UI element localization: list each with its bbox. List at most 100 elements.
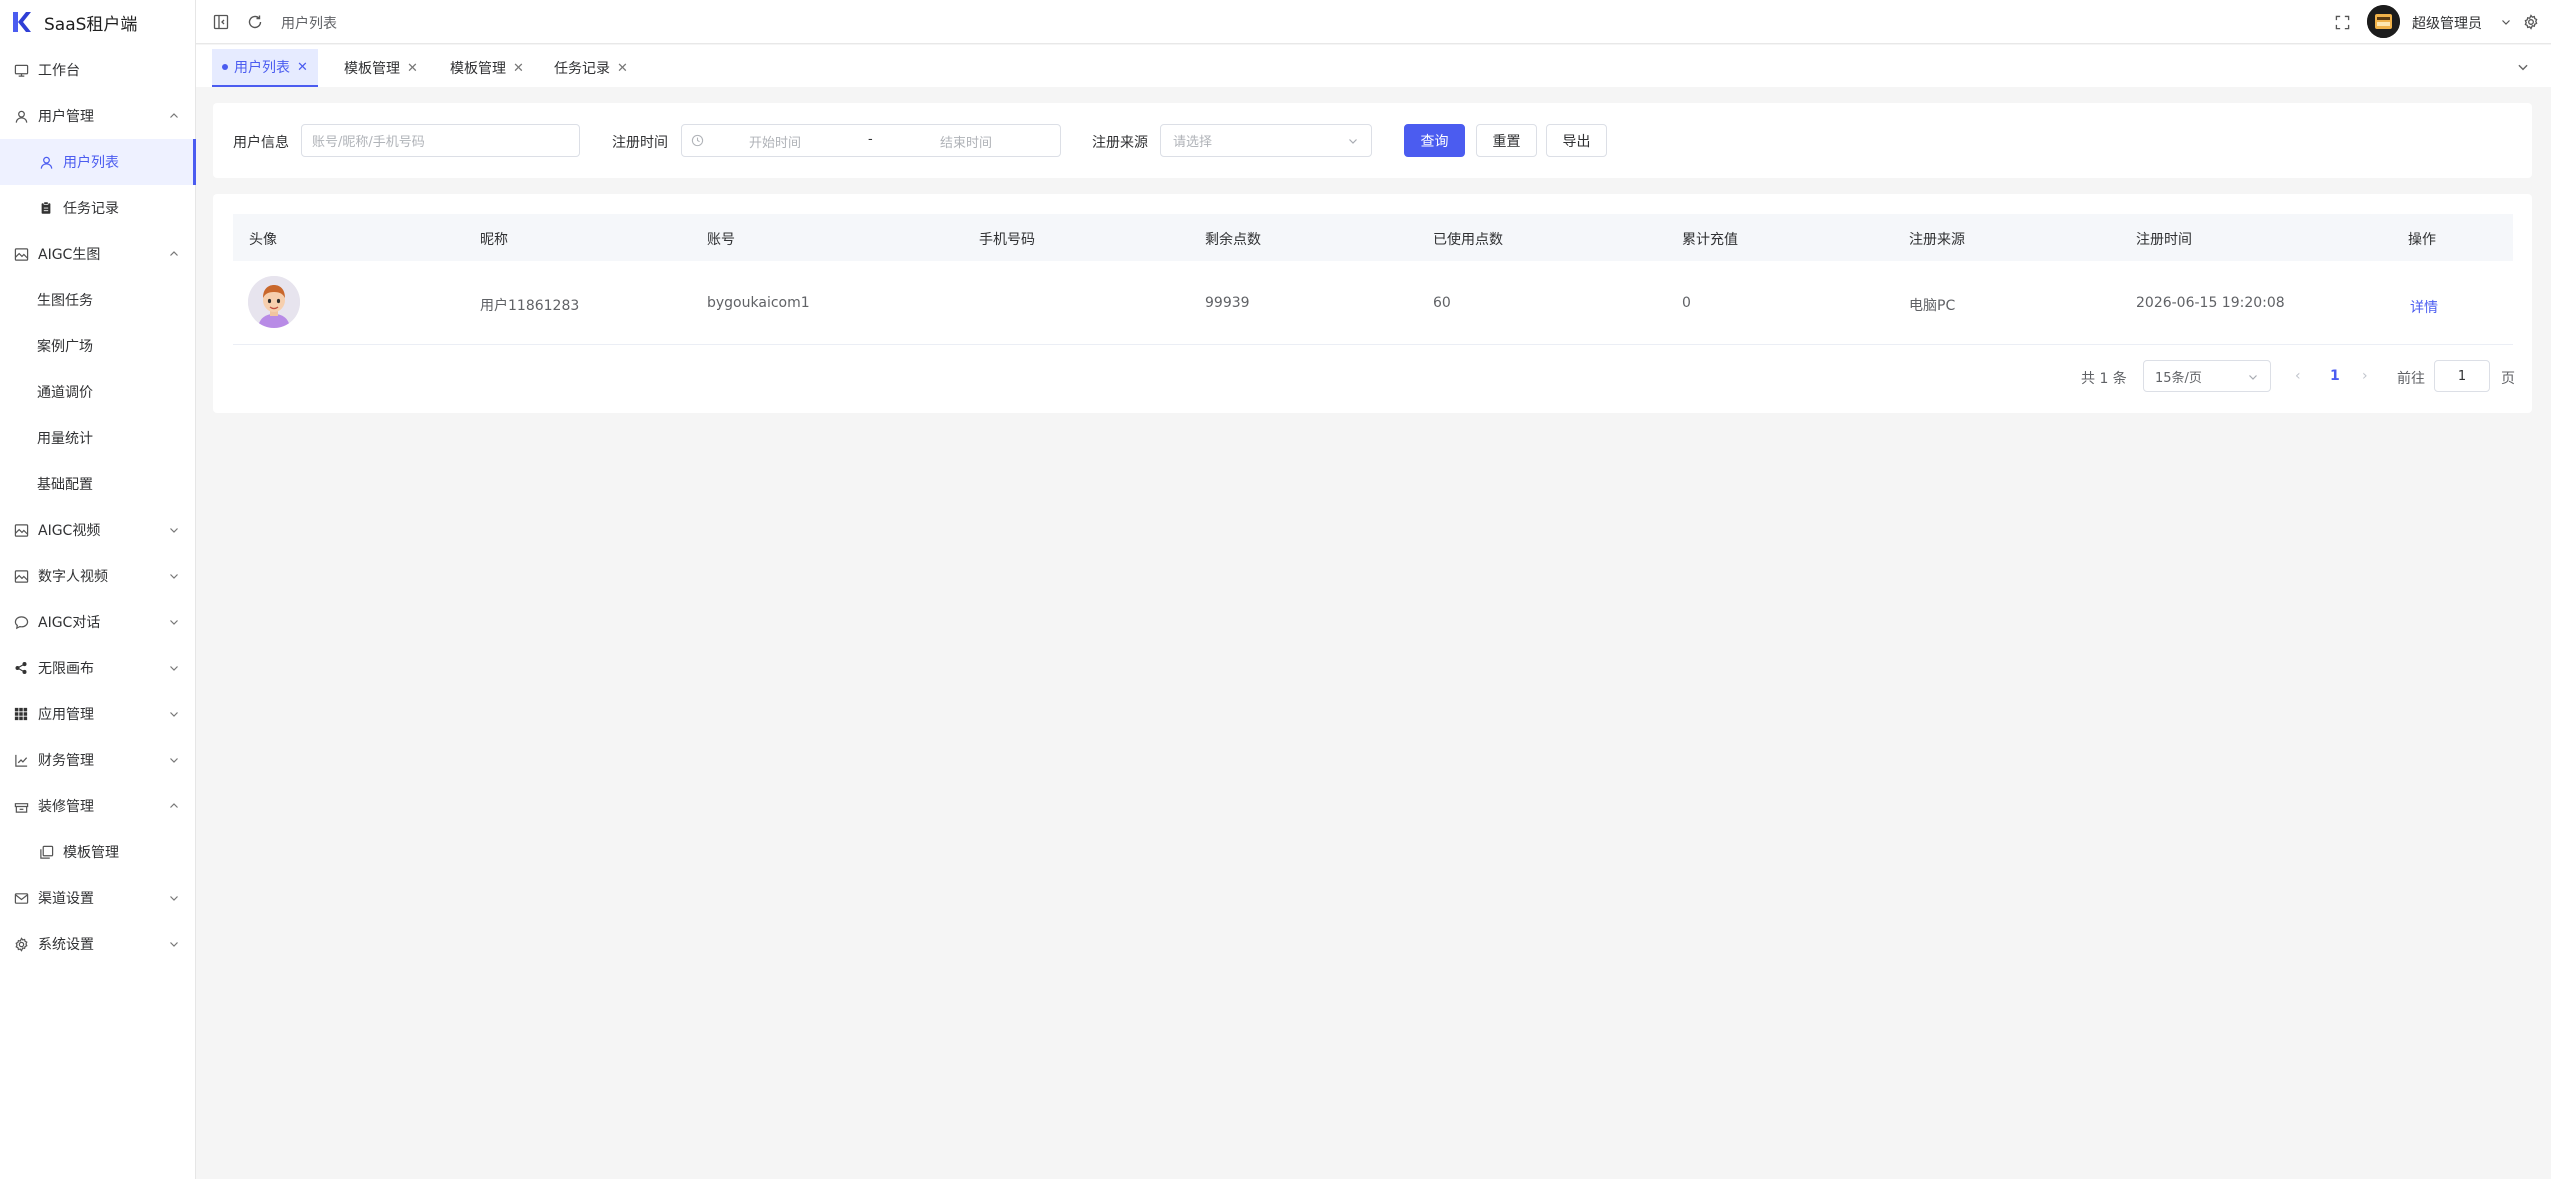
user-info-placeholder: 账号/昵称/手机号码 — [312, 135, 425, 150]
close-icon[interactable]: ✕ — [407, 61, 418, 76]
image-icon — [13, 522, 29, 538]
detail-link[interactable]: 详情 — [2410, 297, 2438, 317]
collapse-sidebar-icon[interactable] — [211, 12, 231, 32]
sidebar: SaaS租户端 工作台 用户管理 用户列表 任务记录 AIGC生图 生图任务 案… — [0, 0, 196, 1179]
chevron-down-icon — [168, 524, 180, 536]
sidebar-item-label: 用量统计 — [37, 431, 93, 447]
logo-icon — [10, 11, 32, 33]
sidebar-item-case-square[interactable]: 案例广场 — [0, 323, 196, 369]
refresh-icon[interactable] — [245, 12, 265, 32]
column-header-used-points: 已使用点数 — [1433, 232, 1503, 248]
pagination-total: 共 1 条 — [2081, 371, 2127, 387]
prev-page-icon[interactable]: ‹ — [2295, 368, 2301, 384]
tab-template-management[interactable]: 模板管理 ✕ — [334, 49, 428, 87]
chevron-down-icon[interactable] — [2496, 12, 2516, 32]
sidebar-item-channel-pricing[interactable]: 通道调价 — [0, 369, 196, 415]
share-icon — [13, 660, 29, 676]
source-placeholder: 请选择 — [1173, 135, 1213, 150]
tabs-more-chevron-icon[interactable] — [2516, 59, 2530, 73]
tab-template-management-2[interactable]: 模板管理 ✕ — [440, 49, 534, 87]
next-page-icon[interactable]: › — [2362, 368, 2368, 384]
sidebar-item-digital-human-video[interactable]: 数字人视频 — [0, 553, 196, 599]
sidebar-item-label: 无限画布 — [38, 661, 94, 677]
export-button[interactable]: 导出 — [1546, 124, 1607, 157]
chevron-down-icon — [168, 754, 180, 766]
fullscreen-icon[interactable] — [2332, 12, 2352, 32]
chevron-down-icon — [168, 662, 180, 674]
sidebar-item-label: 渠道设置 — [38, 891, 94, 907]
sidebar-item-infinite-canvas[interactable]: 无限画布 — [0, 645, 196, 691]
tab-user-list[interactable]: 用户列表 ✕ — [212, 49, 318, 87]
chevron-down-icon — [168, 616, 180, 628]
sidebar-item-user-management[interactable]: 用户管理 — [0, 93, 196, 139]
close-icon[interactable]: ✕ — [513, 61, 524, 76]
sidebar-item-basic-config[interactable]: 基础配置 — [0, 461, 196, 507]
mail-icon — [13, 890, 29, 906]
chevron-down-icon — [168, 892, 180, 904]
image-icon — [13, 568, 29, 584]
cell-remaining-points: 99939 — [1205, 295, 1250, 311]
column-header-reg-source: 注册来源 — [1909, 232, 1965, 248]
chevron-down-icon — [1347, 135, 1359, 147]
sidebar-item-template-management[interactable]: 模板管理 — [0, 829, 196, 875]
sidebar-item-label: 任务记录 — [63, 201, 119, 217]
admin-avatar[interactable] — [2367, 5, 2400, 38]
monitor-icon — [13, 62, 29, 78]
sidebar-item-label: 应用管理 — [38, 707, 94, 723]
column-header-account: 账号 — [707, 232, 735, 248]
chevron-up-icon — [168, 800, 180, 812]
sidebar-item-aigc-video[interactable]: AIGC视频 — [0, 507, 196, 553]
range-separator: - — [868, 132, 873, 147]
admin-name[interactable]: 超级管理员 — [2412, 13, 2482, 33]
sidebar-item-task-records[interactable]: 任务记录 — [0, 185, 196, 231]
goto-page-input[interactable]: 1 — [2434, 360, 2490, 392]
chevron-up-icon — [168, 110, 180, 122]
reset-button[interactable]: 重置 — [1476, 124, 1537, 157]
sidebar-item-aigc-chat[interactable]: AIGC对话 — [0, 599, 196, 645]
cell-account: bygoukaicom1 — [707, 295, 810, 311]
sidebar-item-label: 基础配置 — [37, 477, 93, 493]
sidebar-item-system-settings[interactable]: 系统设置 — [0, 921, 196, 967]
chart-icon — [13, 752, 29, 768]
column-header-avatar: 头像 — [249, 232, 277, 248]
sidebar-item-user-list[interactable]: 用户列表 — [0, 139, 196, 185]
sidebar-item-dashboard[interactable]: 工作台 — [0, 47, 196, 93]
close-icon[interactable]: ✕ — [617, 61, 628, 76]
sidebar-item-usage-stats[interactable]: 用量统计 — [0, 415, 196, 461]
source-select[interactable]: 请选择 — [1160, 124, 1372, 157]
goto-suffix: 页 — [2501, 371, 2515, 387]
cell-reg-time: 2026-06-15 19:20:08 — [2136, 295, 2285, 311]
box-icon — [13, 798, 29, 814]
reg-time-range-picker[interactable]: 开始时间 - 结束时间 — [681, 124, 1061, 157]
column-header-nickname: 昵称 — [480, 232, 508, 248]
query-button[interactable]: 查询 — [1404, 124, 1465, 157]
sidebar-item-label: 生图任务 — [37, 293, 93, 309]
tab-label: 用户列表 — [234, 60, 290, 76]
sidebar-item-image-tasks[interactable]: 生图任务 — [0, 277, 196, 323]
tab-task-records[interactable]: 任务记录 ✕ — [544, 49, 638, 87]
gear-icon[interactable] — [2521, 12, 2541, 32]
sidebar-item-finance[interactable]: 财务管理 — [0, 737, 196, 783]
sidebar-item-label: AIGC生图 — [38, 247, 101, 263]
page-size-select[interactable]: 15条/页 — [2143, 360, 2271, 392]
end-time-placeholder[interactable]: 结束时间 — [940, 132, 992, 151]
grid-icon — [13, 706, 29, 722]
sidebar-item-aigc-image[interactable]: AIGC生图 — [0, 231, 196, 277]
start-time-placeholder[interactable]: 开始时间 — [749, 132, 801, 151]
sidebar-item-label: 财务管理 — [38, 753, 94, 769]
active-dot-icon — [222, 64, 228, 70]
tab-label: 任务记录 — [554, 61, 610, 77]
sidebar-item-channel-settings[interactable]: 渠道设置 — [0, 875, 196, 921]
clipboard-icon — [38, 200, 54, 216]
copy-icon — [38, 844, 54, 860]
app-logo[interactable]: SaaS租户端 — [0, 0, 195, 44]
tab-label: 模板管理 — [450, 61, 506, 77]
breadcrumb: 用户列表 — [281, 16, 337, 32]
table-row: 用户11861283 bygoukaicom1 99939 60 0 电脑PC … — [233, 262, 2513, 345]
user-info-input[interactable]: 账号/昵称/手机号码 — [301, 124, 580, 157]
top-header: 用户列表 超级管理员 — [196, 0, 2551, 44]
sidebar-item-app-management[interactable]: 应用管理 — [0, 691, 196, 737]
page-number-current[interactable]: 1 — [2330, 368, 2340, 384]
sidebar-item-decoration[interactable]: 装修管理 — [0, 783, 196, 829]
close-icon[interactable]: ✕ — [297, 60, 308, 75]
